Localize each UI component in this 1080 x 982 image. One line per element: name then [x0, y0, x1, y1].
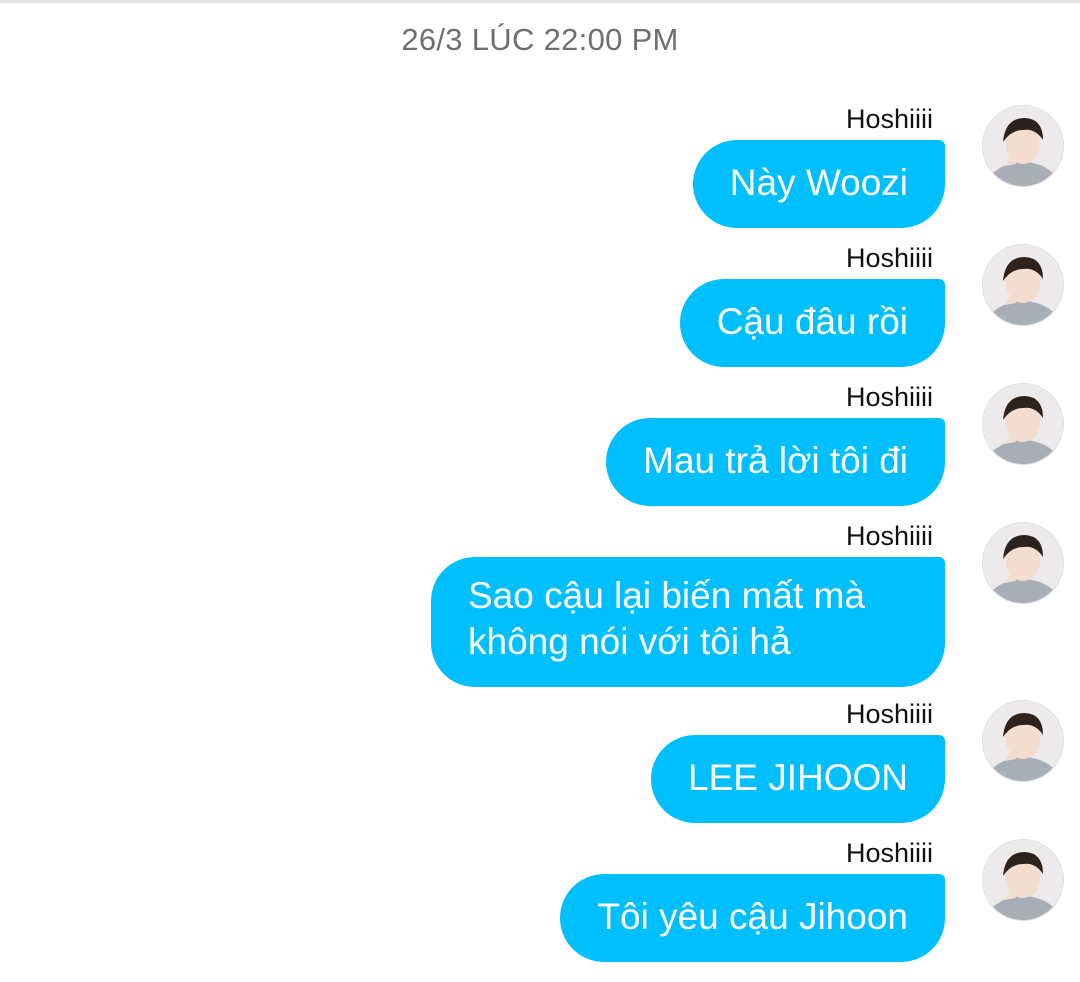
avatar-icon[interactable] — [982, 522, 1064, 604]
avatar-icon[interactable] — [982, 700, 1064, 782]
sender-name: Hoshiiii — [845, 838, 933, 868]
message-bubble[interactable]: Tôi yêu cậu Jihoon — [560, 874, 945, 962]
avatar-icon[interactable] — [982, 105, 1064, 187]
message-bubble[interactable]: Này Woozi — [692, 140, 945, 228]
message-bubble[interactable]: Cậu đâu rồi — [679, 279, 945, 367]
avatar-icon[interactable] — [982, 839, 1064, 921]
sender-name: Hoshiiii — [845, 699, 933, 729]
sender-name: Hoshiiii — [845, 382, 933, 412]
sender-name: Hoshiiii — [845, 104, 933, 134]
top-divider — [0, 0, 1080, 3]
avatar-icon[interactable] — [982, 244, 1064, 326]
message-bubble[interactable]: Mau trả lời tôi đi — [606, 418, 945, 506]
sender-name: Hoshiiii — [845, 243, 933, 273]
avatar-icon[interactable] — [982, 383, 1064, 465]
message-bubble[interactable]: LEE JIHOON — [651, 735, 945, 823]
sender-name: Hoshiiii — [845, 521, 933, 551]
chat-timestamp: 26/3 LÚC 22:00 PM — [401, 22, 679, 57]
message-bubble[interactable]: Sao cậu lại biến mất mà không nói với tô… — [431, 557, 945, 687]
